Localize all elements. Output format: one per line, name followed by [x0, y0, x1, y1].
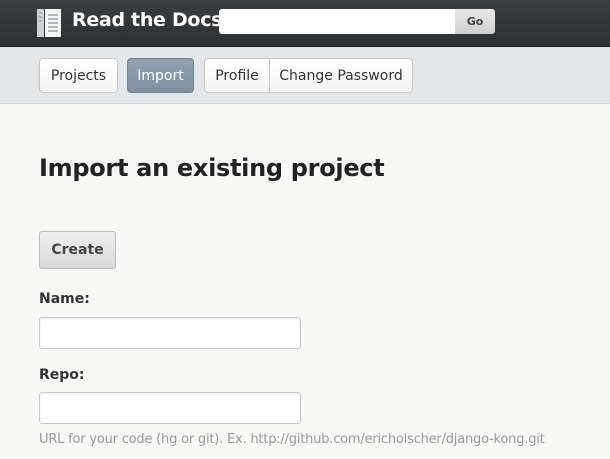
nav-change-password-button[interactable]: Change Password	[269, 58, 413, 93]
name-label: Name:	[39, 291, 90, 307]
nav-import-button[interactable]: Import	[127, 58, 194, 93]
nav-projects-button[interactable]: Projects	[39, 58, 118, 93]
brand-name[interactable]: Read the Docs	[72, 9, 222, 31]
top-header: Read the Docs Go	[0, 0, 610, 47]
repo-help-text: URL for your code (hg or git). Ex. http:…	[39, 432, 545, 447]
sub-navigation: Projects Import Profile Change Password	[0, 47, 610, 104]
search-go-button[interactable]: Go	[455, 9, 495, 34]
book-stack-icon[interactable]	[35, 7, 63, 39]
search-input[interactable]	[219, 9, 455, 34]
nav-profile-button[interactable]: Profile	[204, 58, 270, 93]
page-title: Import an existing project	[39, 154, 385, 182]
create-button[interactable]: Create	[39, 231, 116, 269]
name-field[interactable]	[39, 317, 301, 349]
repo-field[interactable]	[39, 392, 301, 424]
repo-label: Repo:	[39, 367, 85, 383]
